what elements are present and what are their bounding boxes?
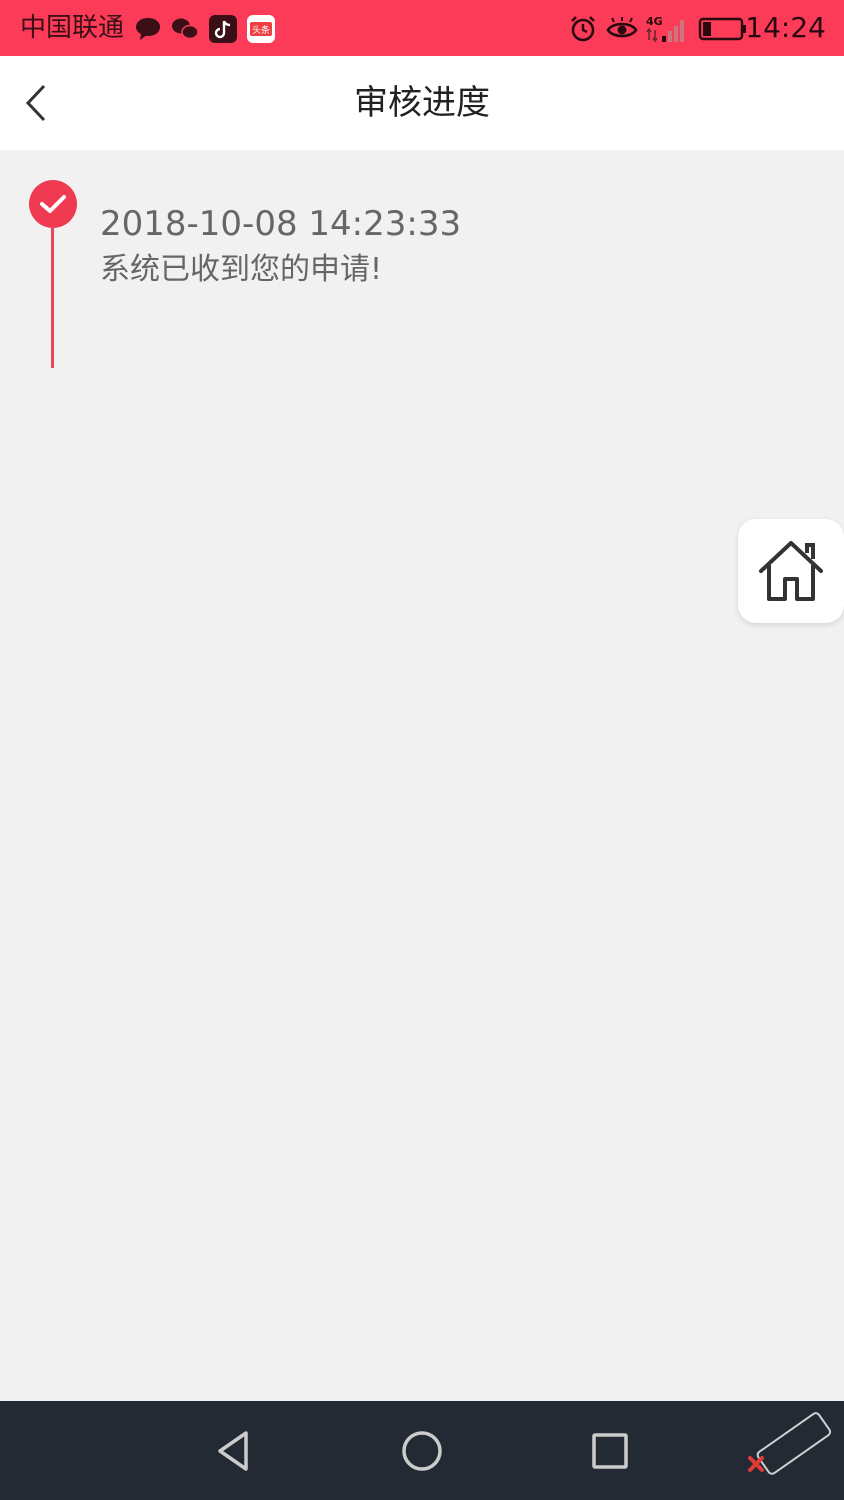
system-home-button[interactable]: [398, 1427, 446, 1475]
timeline-step-done-marker: [29, 180, 77, 228]
eye-icon: [606, 16, 638, 42]
watermark-logo: [748, 1412, 832, 1475]
svg-text:4G: 4G: [646, 15, 663, 28]
system-indicators: 4G: [568, 12, 748, 46]
page-title: 审核进度: [354, 83, 490, 123]
timeline-connector: [51, 226, 54, 368]
message-icon: [134, 16, 162, 42]
alarm-icon: [568, 14, 598, 44]
notification-icons: 头条: [134, 12, 276, 46]
svg-text:头条: 头条: [252, 24, 270, 36]
floating-home-button[interactable]: [738, 519, 844, 623]
toutiao-icon: 头条: [246, 14, 276, 44]
system-back-button[interactable]: [210, 1427, 258, 1475]
signal-icon: 4G: [646, 14, 690, 44]
clock: 14:24: [745, 11, 826, 44]
back-triangle-icon: [218, 1431, 248, 1471]
tiktok-icon: [208, 14, 238, 44]
wechat-icon: [170, 16, 200, 42]
status-bar: 中国联通 头条 4G 14:24: [0, 0, 844, 56]
carrier-name: 中国联通: [20, 13, 125, 43]
system-recents-button[interactable]: [586, 1427, 634, 1475]
battery-icon: [698, 16, 748, 42]
home-icon: [759, 541, 823, 601]
app-header: 审核进度: [0, 56, 844, 150]
recents-square-icon: [592, 1433, 628, 1469]
timeline-step-time: 2018-10-08 14:23:33: [100, 204, 462, 244]
check-icon: [40, 195, 66, 213]
system-navigation-bar: [0, 1401, 844, 1500]
home-circle-icon: [402, 1431, 442, 1471]
timeline-step-message: 系统已收到您的申请!: [100, 252, 383, 287]
